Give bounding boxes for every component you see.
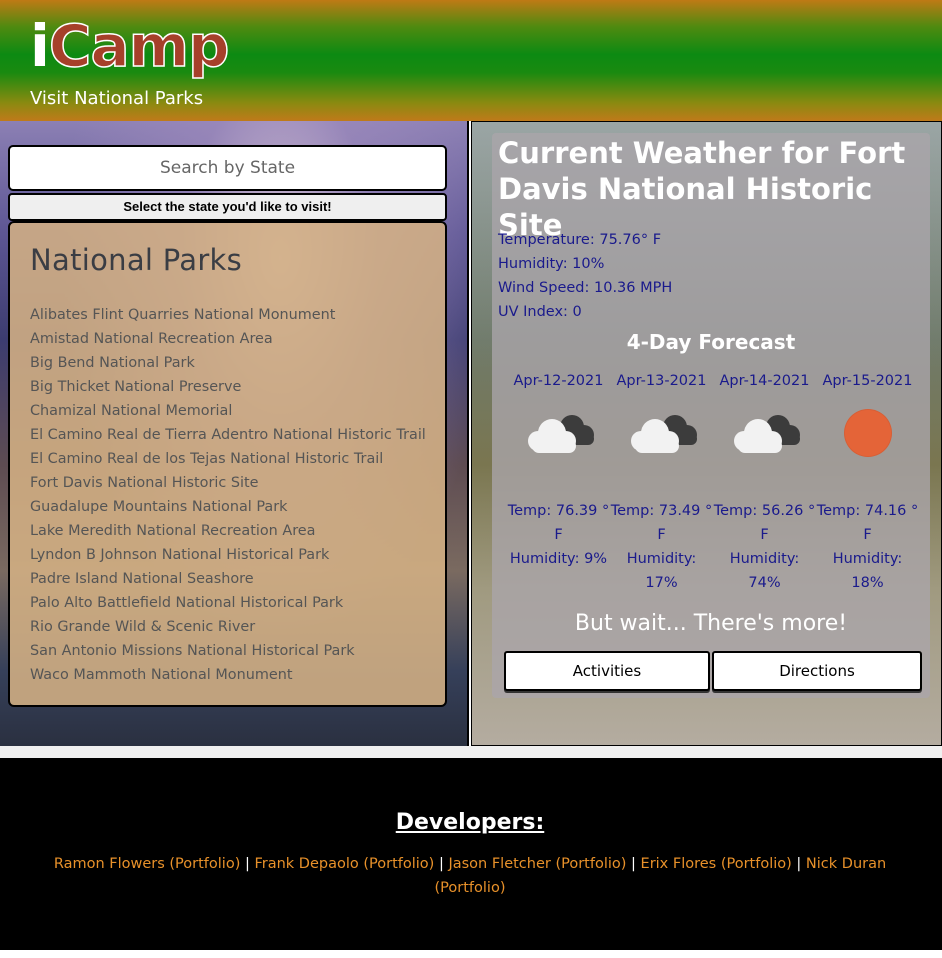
activities-button[interactable]: Activities bbox=[504, 651, 710, 691]
brand-logo-i: i bbox=[30, 12, 50, 80]
weather-title: Current Weather for Fort Davis National … bbox=[498, 136, 906, 242]
park-item[interactable]: Rio Grande Wild & Scenic River bbox=[30, 615, 425, 639]
sun-icon bbox=[816, 409, 919, 477]
link-separator: | bbox=[796, 856, 802, 872]
link-separator: | bbox=[631, 856, 636, 872]
park-item[interactable]: Padre Island National Seashore bbox=[30, 567, 425, 591]
weather-card: Current Weather for Fort Davis National … bbox=[492, 133, 930, 698]
developer-link[interactable]: Frank Depaolo (Portfolio) bbox=[254, 856, 434, 872]
current-wind-speed: Wind Speed: 10.36 MPH bbox=[498, 280, 673, 296]
directions-button[interactable]: Directions bbox=[712, 651, 922, 691]
developer-links: Ramon Flowers (Portfolio) | Frank Depaol… bbox=[40, 852, 900, 900]
forecast-date: Apr-15-2021 bbox=[822, 373, 913, 389]
park-item[interactable]: Alibates Flint Quarries National Monumen… bbox=[30, 303, 425, 327]
link-separator: | bbox=[244, 856, 250, 872]
park-item[interactable]: Fort Davis National Historic Site bbox=[30, 471, 425, 495]
section-divider bbox=[0, 746, 942, 758]
park-item[interactable]: El Camino Real de los Tejas National His… bbox=[30, 447, 425, 471]
cloudy-icon bbox=[610, 409, 713, 477]
forecast-temp: Temp: 56.26 ° F bbox=[713, 503, 816, 543]
forecast-temp: Temp: 76.39 ° F bbox=[507, 503, 610, 543]
developer-link[interactable]: Jason Fletcher (Portfolio) bbox=[448, 856, 626, 872]
park-item[interactable]: Waco Mammoth National Monument bbox=[30, 663, 425, 687]
developer-link[interactable]: Ramon Flowers (Portfolio) bbox=[54, 856, 241, 872]
site-footer: Developers: Ramon Flowers (Portfolio) | … bbox=[0, 758, 942, 950]
park-item[interactable]: Chamizal National Memorial bbox=[30, 399, 425, 423]
park-item[interactable]: Big Thicket National Preserve bbox=[30, 375, 425, 399]
page-bottom bbox=[0, 950, 942, 958]
more-heading: But wait... There's more! bbox=[574, 611, 848, 636]
link-separator: | bbox=[438, 856, 444, 872]
park-item[interactable]: El Camino Real de Tierra Adentro Nationa… bbox=[30, 423, 426, 447]
parks-card: National Parks Alibates Flint Quarries N… bbox=[8, 221, 447, 707]
site-header: iCamp Visit National Parks bbox=[0, 0, 942, 121]
parks-heading: National Parks bbox=[30, 243, 243, 277]
current-temperature: Temperature: 75.76° F bbox=[498, 232, 662, 248]
forecast-day: Apr-12-2021 Temp: 76.39 ° F Humidity: 9% bbox=[507, 373, 610, 571]
forecast-day: Apr-15-2021 Temp: 74.16 ° F Humidity: 18… bbox=[816, 373, 919, 595]
brand-logo-camp: Camp bbox=[48, 12, 230, 80]
park-item[interactable]: Lyndon B Johnson National Historical Par… bbox=[30, 543, 425, 567]
developer-link[interactable]: Erix Flores (Portfolio) bbox=[641, 856, 792, 872]
forecast-temp: Temp: 74.16 ° F bbox=[816, 503, 919, 543]
site-tagline: Visit National Parks bbox=[30, 88, 204, 109]
parks-list: Alibates Flint Quarries National Monumen… bbox=[30, 303, 426, 687]
forecast-day: Apr-13-2021 Temp: 73.49 ° F Humidity: 17… bbox=[610, 373, 713, 595]
forecast-title: 4-Day Forecast bbox=[626, 330, 796, 354]
current-humidity: Humidity: 10% bbox=[498, 256, 605, 272]
park-item[interactable]: San Antonio Missions National Historical… bbox=[30, 639, 425, 663]
forecast-humidity: Humidity: 18% bbox=[832, 551, 903, 591]
cloudy-icon bbox=[713, 409, 816, 477]
developers-heading: Developers: bbox=[395, 810, 545, 835]
park-item[interactable]: Palo Alto Battlefield National Historica… bbox=[30, 591, 425, 615]
current-uv-index: UV Index: 0 bbox=[498, 304, 582, 320]
forecast-temp: Temp: 73.49 ° F bbox=[610, 503, 713, 543]
park-item[interactable]: Lake Meredith National Recreation Area bbox=[30, 519, 425, 543]
forecast-humidity: Humidity: 17% bbox=[626, 551, 697, 591]
state-search-input[interactable] bbox=[8, 145, 447, 191]
select-state-button[interactable]: Select the state you'd like to visit! bbox=[8, 193, 447, 221]
forecast-date: Apr-13-2021 bbox=[616, 373, 707, 389]
sun-icon-disc bbox=[844, 409, 892, 457]
parks-panel: Select the state you'd like to visit! Na… bbox=[0, 121, 469, 746]
forecast-humidity: Humidity: 9% bbox=[509, 551, 608, 567]
weather-panel: Current Weather for Fort Davis National … bbox=[471, 121, 942, 746]
forecast-day: Apr-14-2021 Temp: 56.26 ° F Humidity: 74… bbox=[713, 373, 816, 595]
park-item[interactable]: Amistad National Recreation Area bbox=[30, 327, 425, 351]
cloudy-icon bbox=[507, 409, 610, 477]
park-item[interactable]: Guadalupe Mountains National Park bbox=[30, 495, 425, 519]
forecast-humidity: Humidity: 74% bbox=[729, 551, 800, 591]
park-item[interactable]: Big Bend National Park bbox=[30, 351, 425, 375]
forecast-date: Apr-14-2021 bbox=[719, 373, 810, 389]
forecast-date: Apr-12-2021 bbox=[513, 373, 604, 389]
brand-logo[interactable]: iCamp bbox=[30, 12, 230, 80]
